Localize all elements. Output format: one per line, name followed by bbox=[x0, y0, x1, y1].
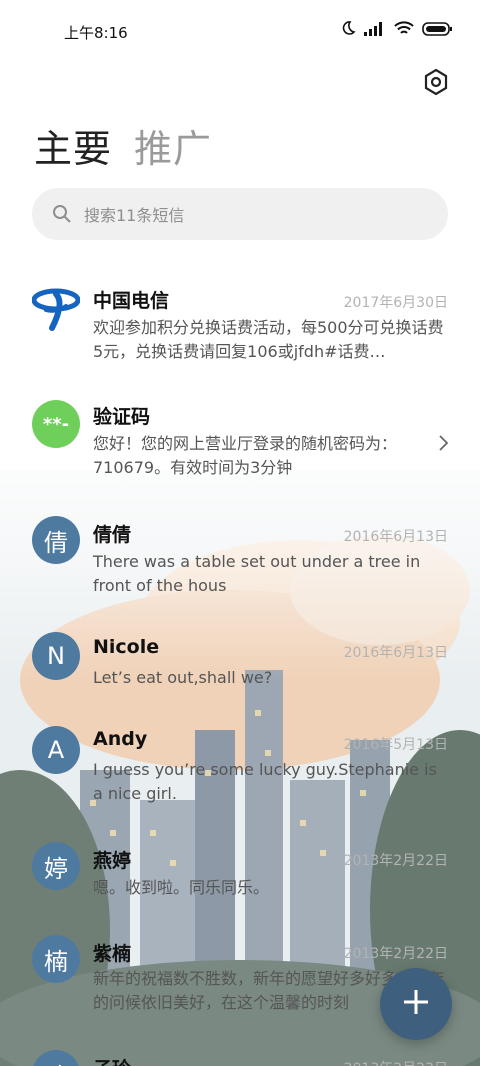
conversation-preview: There was a table set out under a tree i… bbox=[93, 552, 421, 595]
conversation-name: Nicole bbox=[93, 636, 160, 658]
plus-icon bbox=[401, 987, 431, 1021]
status-bar: 上午8:16 bbox=[0, 0, 480, 62]
contact-avatar: 玲 bbox=[32, 1050, 80, 1066]
conversation-name: 中国电信 bbox=[93, 290, 170, 312]
conversation-date: 2016年6月13日 bbox=[343, 529, 448, 545]
conversation-item[interactable]: N Nicole 2016年6月13日 Let’s eat out,shall … bbox=[0, 632, 480, 712]
conversation-date: 2013年2月22日 bbox=[344, 1058, 448, 1066]
conversation-name: 燕婷 bbox=[93, 850, 132, 872]
search-bar[interactable]: 搜索11条短信 bbox=[32, 188, 448, 240]
conversation-date: 2016年6月13日 bbox=[343, 645, 448, 661]
china-telecom-logo bbox=[32, 286, 80, 334]
conversation-item[interactable]: **- 验证码 您好！您的网上营业厅登录的随机密码为：710679。有效时间为3… bbox=[0, 396, 480, 496]
conversation-preview: 嗯。收到啦。同乐同乐。 bbox=[93, 878, 270, 897]
tab-bar: 主要 推广 bbox=[34, 118, 212, 173]
conversation-name: 倩倩 bbox=[93, 524, 132, 546]
contact-avatar: 倩 bbox=[32, 516, 80, 564]
search-placeholder: 搜索11条短信 bbox=[84, 206, 185, 225]
conversation-date: 2013年2月22日 bbox=[343, 853, 448, 869]
settings-icon[interactable] bbox=[422, 68, 450, 96]
conversation-item[interactable]: 倩 倩倩 2016年6月13日 There was a table set ou… bbox=[0, 514, 480, 614]
conversation-preview: I guess you’re some lucky guy.Stephanie … bbox=[93, 760, 437, 803]
conversation-date: 2013年2月22日 bbox=[343, 946, 448, 962]
conversation-date: 2016年5月13日 bbox=[343, 737, 448, 753]
conversation-preview: 您好！您的网上营业厅登录的随机密码为：710679。有效时间为3分钟 bbox=[93, 434, 398, 477]
tab-primary[interactable]: 主要 bbox=[34, 118, 112, 173]
moon-icon bbox=[340, 20, 356, 40]
contact-avatar: 楠 bbox=[32, 935, 80, 983]
verification-avatar: **- bbox=[32, 400, 80, 448]
signal-icon bbox=[364, 21, 386, 40]
status-time: 上午8:16 bbox=[64, 24, 128, 42]
wifi-icon bbox=[394, 20, 414, 40]
search-icon bbox=[52, 204, 72, 224]
conversation-preview: Let’s eat out,shall we? bbox=[93, 668, 273, 687]
contact-avatar: A bbox=[32, 726, 80, 774]
contact-avatar: N bbox=[32, 632, 80, 680]
conversation-item[interactable]: 中国电信 2017年6月30日 欢迎参加积分兑换话费活动，每500分可兑换话费5… bbox=[0, 280, 480, 380]
contact-avatar: 婷 bbox=[32, 842, 80, 890]
conversation-date: 2017年6月30日 bbox=[343, 295, 448, 311]
conversation-name: 紫楠 bbox=[93, 943, 132, 965]
battery-icon bbox=[422, 21, 452, 40]
new-message-button[interactable] bbox=[380, 968, 452, 1040]
tab-promotions[interactable]: 推广 bbox=[134, 118, 212, 173]
conversation-name: 验证码 bbox=[93, 406, 151, 428]
chevron-right-icon[interactable] bbox=[436, 434, 450, 452]
conversation-item[interactable]: 玲 子玲 2013年2月22日 bbox=[0, 1050, 480, 1066]
conversation-item[interactable]: A Andy 2016年5月13日 I guess you’re some lu… bbox=[0, 726, 480, 826]
conversation-item[interactable]: 婷 燕婷 2013年2月22日 嗯。收到啦。同乐同乐。 bbox=[0, 842, 480, 922]
status-icons bbox=[340, 20, 452, 40]
conversation-preview: 欢迎参加积分兑换话费活动，每500分可兑换话费5元，兑换话费请回复106或jfd… bbox=[93, 318, 444, 361]
conversation-name: 子玲 bbox=[93, 1054, 131, 1066]
conversation-name: Andy bbox=[93, 728, 148, 750]
